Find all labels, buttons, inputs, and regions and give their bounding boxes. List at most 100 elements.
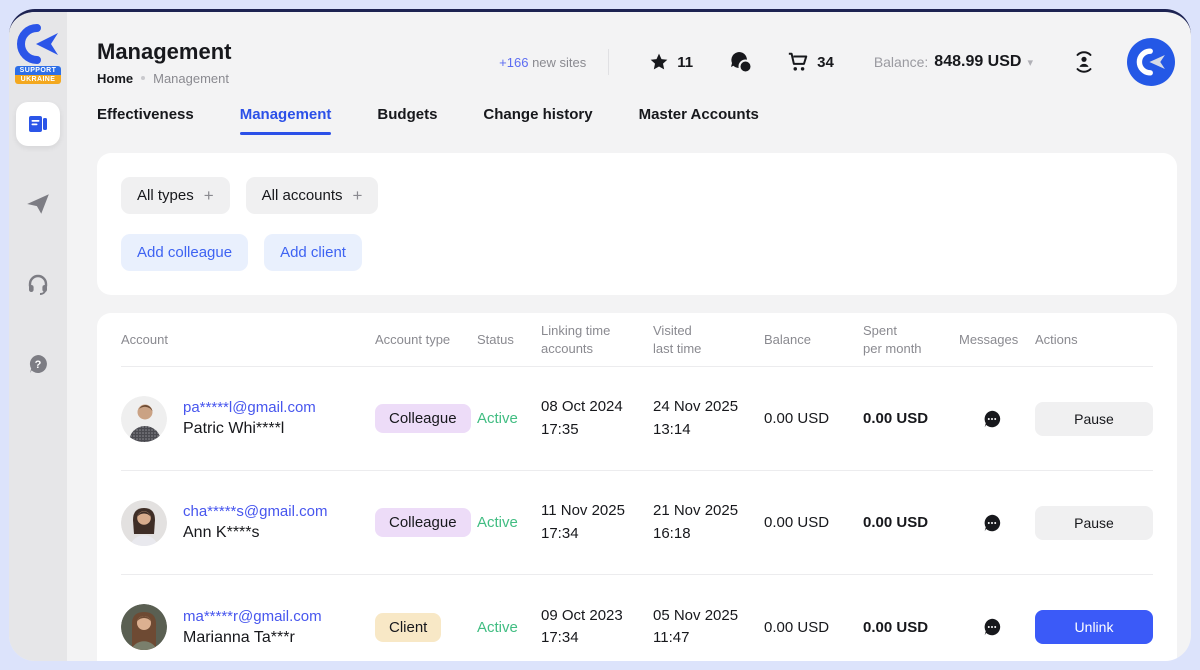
star-icon <box>649 52 669 72</box>
tab-master-accounts[interactable]: Master Accounts <box>639 106 759 135</box>
breadcrumb-separator <box>141 76 145 80</box>
pause-button[interactable]: Pause <box>1035 506 1153 540</box>
topbar: Management Home Management +166 new site… <box>67 12 1191 98</box>
visited-time-cell: 24 Nov 202513:14 <box>653 396 764 441</box>
plus-icon: + <box>353 186 363 206</box>
new-sites-link[interactable]: +166 new sites <box>499 55 586 70</box>
support-ukraine-badge: SUPPORT UKRAINE <box>15 66 61 84</box>
balance-cell: 0.00 USD <box>764 619 863 636</box>
account-type-badge: Colleague <box>375 404 471 433</box>
sidebar: SUPPORT UKRAINE <box>9 12 67 661</box>
tab-bar: Effectiveness Management Budgets Change … <box>67 98 1191 135</box>
cart-stat[interactable]: 34 <box>787 51 834 73</box>
breadcrumb-current: Management <box>153 71 229 86</box>
headphones-icon <box>26 272 50 296</box>
account-email-link[interactable]: cha*****s@gmail.com <box>183 503 327 520</box>
account-email-link[interactable]: pa*****l@gmail.com <box>183 399 316 416</box>
tab-effectiveness[interactable]: Effectiveness <box>97 106 194 135</box>
visited-time-cell: 05 Nov 202511:47 <box>653 605 764 650</box>
tab-management[interactable]: Management <box>240 106 332 135</box>
favorites-stat[interactable]: 11 <box>649 52 693 72</box>
topbar-right: +166 new sites 11 <box>499 38 1175 86</box>
table-row: cha*****s@gmail.com Ann K****s Colleague… <box>121 471 1153 575</box>
account-type-badge: Colleague <box>375 508 471 537</box>
action-row: Add colleague Add client <box>121 234 1153 271</box>
balance-selector[interactable]: Balance: 848.99 USD ▾ <box>874 53 1033 71</box>
paper-plane-icon <box>25 191 51 217</box>
column-header-visited: Visitedlast time <box>653 322 764 357</box>
column-header-account-type: Account type <box>375 331 477 349</box>
unlink-button[interactable]: Unlink <box>1035 610 1153 644</box>
message-bubble-icon <box>981 408 1003 430</box>
linking-time-cell: 08 Oct 202417:35 <box>541 396 653 441</box>
column-header-account: Account <box>121 331 375 349</box>
switch-account-button[interactable] <box>1071 49 1097 75</box>
account-identity: ma*****r@gmail.com Marianna Ta***r <box>183 608 322 647</box>
sidebar-item-news[interactable] <box>16 102 60 146</box>
user-avatar[interactable] <box>1127 38 1175 86</box>
avatar-logo-icon <box>1134 46 1168 78</box>
balance-cell: 0.00 USD <box>764 410 863 427</box>
message-bubble-icon <box>981 616 1003 638</box>
ukraine-label: UKRAINE <box>15 75 61 84</box>
table-row: pa*****l@gmail.com Patric Whi****l Colle… <box>121 367 1153 471</box>
tab-change-history[interactable]: Change history <box>483 106 592 135</box>
new-sites-count: +166 <box>499 55 528 70</box>
breadcrumb-home-link[interactable]: Home <box>97 71 133 86</box>
topbar-divider <box>608 49 609 75</box>
message-button[interactable] <box>981 408 1003 430</box>
chevron-down-icon: ▾ <box>1027 56 1033 69</box>
add-colleague-button[interactable]: Add colleague <box>121 234 248 271</box>
new-sites-label: new sites <box>532 55 586 70</box>
spent-cell: 0.00 USD <box>863 410 959 427</box>
pause-button[interactable]: Pause <box>1035 402 1153 436</box>
table-header: Account Account type Status Linking time… <box>121 313 1153 367</box>
content: All types + All accounts + Add colleague… <box>67 135 1191 661</box>
linking-time-cell: 11 Nov 202517:34 <box>541 500 653 545</box>
sidebar-item-support[interactable] <box>16 262 60 306</box>
status-badge: Active <box>477 514 541 531</box>
sidebar-nav: ? <box>16 102 60 386</box>
column-header-spent: Spentper month <box>863 322 959 357</box>
all-accounts-label: All accounts <box>262 187 343 204</box>
column-header-balance: Balance <box>764 331 863 349</box>
tab-budgets[interactable]: Budgets <box>377 106 437 135</box>
column-header-status: Status <box>477 331 541 349</box>
messages-button[interactable] <box>729 50 753 74</box>
title-block: Management Home Management <box>97 39 231 86</box>
spent-cell: 0.00 USD <box>863 619 959 636</box>
message-bubble-icon <box>981 512 1003 534</box>
sidebar-item-help[interactable]: ? <box>16 342 60 386</box>
account-name: Patric Whi****l <box>183 420 316 438</box>
all-accounts-filter[interactable]: All accounts + <box>246 177 379 214</box>
main-area: Management Home Management +166 new site… <box>67 12 1191 661</box>
sidebar-item-telegram[interactable] <box>16 182 60 226</box>
accounts-table: Account Account type Status Linking time… <box>97 313 1177 661</box>
message-button[interactable] <box>981 616 1003 638</box>
spent-cell: 0.00 USD <box>863 514 959 531</box>
status-badge: Active <box>477 619 541 636</box>
account-type-badge: Client <box>375 613 441 642</box>
filter-row: All types + All accounts + <box>121 177 1153 214</box>
account-avatar <box>121 396 167 442</box>
message-button[interactable] <box>981 512 1003 534</box>
column-header-linking-time: Linking timeaccounts <box>541 322 653 357</box>
column-header-actions: Actions <box>1035 331 1153 349</box>
visited-time-cell: 21 Nov 202516:18 <box>653 500 764 545</box>
account-name: Marianna Ta***r <box>183 629 322 647</box>
account-cell: pa*****l@gmail.com Patric Whi****l <box>121 396 375 442</box>
account-email-link[interactable]: ma*****r@gmail.com <box>183 608 322 625</box>
account-identity: pa*****l@gmail.com Patric Whi****l <box>183 399 316 438</box>
support-label: SUPPORT <box>15 66 61 75</box>
balance-label: Balance: <box>874 54 928 70</box>
app-logo[interactable]: SUPPORT UKRAINE <box>15 24 61 84</box>
all-types-filter[interactable]: All types + <box>121 177 230 214</box>
column-header-messages: Messages <box>959 331 1035 349</box>
filter-card: All types + All accounts + Add colleague… <box>97 153 1177 295</box>
add-client-button[interactable]: Add client <box>264 234 362 271</box>
plus-icon: + <box>204 186 214 206</box>
cart-count: 34 <box>817 54 834 71</box>
balance-cell: 0.00 USD <box>764 514 863 531</box>
switch-account-icon <box>1071 49 1097 75</box>
table-row: ma*****r@gmail.com Marianna Ta***r Clien… <box>121 575 1153 661</box>
